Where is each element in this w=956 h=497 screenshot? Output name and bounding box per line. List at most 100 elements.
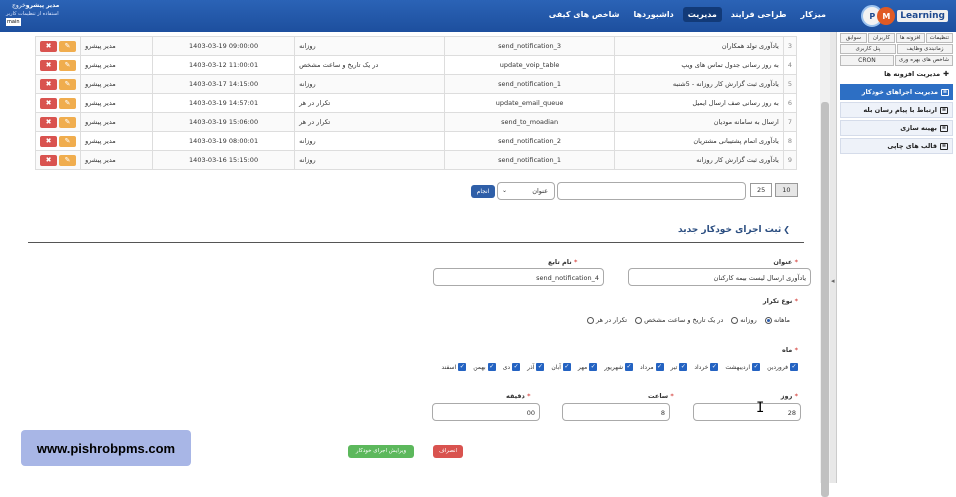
sidebar-tab-row1-0[interactable]: تنظیمات [925,33,953,43]
cancel-button[interactable]: انصراف [433,445,463,458]
edit-icon[interactable]: ✎ [59,135,77,147]
nav-item-4[interactable]: شاخص های کیفی [544,7,625,22]
checkbox-checked-icon: ✓ [679,363,688,371]
month-option-1[interactable]: ✓ اردیبهشت [725,363,761,371]
delete-icon[interactable]: ✖ [40,154,57,166]
month-checkboxes: ✓ فروردین ✓ اردیبهشت ✓ خرداد ✓ تیر ✓ مرداد ✓ شهریور… [442,363,798,371]
checkbox-checked-icon: ✓ [562,363,571,371]
sidebar-menu: ✚ مدیریت افزونه ها ≡ مدیریت اجراهای خودکار… [840,66,953,156]
month-label: مهر [577,363,588,371]
sidebar-tab-row1-3[interactable]: سوابق [840,33,867,43]
user-name[interactable]: مدیر پیشرو [26,2,60,9]
nav-item-2[interactable]: مدیریت [682,7,722,22]
row-type: تکرار در هر [294,112,446,132]
page-size-10[interactable]: 10 [775,183,798,197]
title-input[interactable]: یادآوری ارسال لیست بیمه کارکنان [628,268,811,286]
sidebar-tab-row2-1[interactable]: پنل کاربری [840,44,896,54]
month-option-4[interactable]: ✓ مرداد [640,363,664,371]
edit-icon[interactable]: ✎ [59,116,77,128]
month-label: خرداد [694,363,709,371]
row-actions: ✖ ✎ [34,74,82,94]
hour-input[interactable]: 8 [562,403,670,421]
sidebar-tab-row2-0[interactable]: زمانبندی وظایف [897,44,953,54]
nav-item-1[interactable]: طراحی فرایند [726,7,792,22]
edit-icon[interactable]: ✎ [59,40,77,52]
delete-icon[interactable]: ✖ [40,40,57,52]
row-number: 4 [782,55,798,75]
month-option-2[interactable]: ✓ خرداد [694,363,719,371]
checkbox-checked-icon: ✓ [790,363,798,371]
nav-item-3[interactable]: داشبوردها [628,7,678,22]
checkbox-checked-icon: ✓ [752,363,761,371]
month-option-3[interactable]: ✓ تیر [671,363,688,371]
month-label: اردیبهشت [725,363,751,371]
delete-icon[interactable]: ✖ [40,135,57,147]
row-user: مدیر پیشرو [80,93,154,113]
page-size-25[interactable]: 25 [750,183,773,197]
repeat-option-0[interactable]: تکرار در هر [586,316,627,324]
sidebar-item-0[interactable]: ≡ مدیریت اجراهای خودکار [840,84,953,100]
edit-icon[interactable]: ✎ [59,97,77,109]
row-title: یادآوری ثبت گزارش کار روزانه [614,150,784,170]
sidebar-tab-row3-1[interactable]: CRON [840,55,894,66]
sidebar-item-2[interactable]: ≡ بهینه سازی [840,120,953,136]
edit-icon[interactable]: ✎ [59,78,77,90]
apply-button[interactable]: انجام [471,185,495,198]
repeat-option-2[interactable]: روزانه [731,316,757,324]
month-option-10[interactable]: ✓ بهمن [473,363,496,371]
month-option-9[interactable]: ✓ دی [503,363,521,371]
delete-icon[interactable]: ✖ [40,116,57,128]
delete-icon[interactable]: ✖ [40,97,57,109]
month-option-7[interactable]: ✓ آبان [551,363,571,371]
search-field-select[interactable]: ⌄ عنوان [497,182,555,200]
sidebar-menu-title[interactable]: ✚ مدیریت افزونه ها [840,66,953,82]
list-icon: ≡ [940,124,948,132]
search-input[interactable] [557,182,746,200]
row-title: ارسال به سامانه مودیان [614,112,784,132]
title-label: * عنوان [773,258,798,266]
table-row: ✖ ✎ مدیر پیشرو 1403-03-12 11:00:01 در یک تا… [34,55,798,75]
function-input[interactable]: send_notification_4 [433,268,604,286]
row-title: به روز رسانی صف ارسال ایمیل [614,93,784,113]
user-info: مدیر پیشروخروج استفاده از تنظیمات کاربر … [6,2,59,26]
delete-icon[interactable]: ✖ [40,59,57,71]
sidebar-item-3[interactable]: ≡ قالب های چاپی [840,138,953,154]
edit-icon[interactable]: ✎ [59,154,77,166]
sidebar-tab-row1-1[interactable]: افزونه ها [895,33,925,43]
section-title[interactable]: ❯ثبت اجرای خودکار جدید [678,225,790,235]
scrollbar[interactable] [820,32,830,497]
row-type: روزانه [294,150,446,170]
month-option-11[interactable]: ✓ اسفند [442,363,467,371]
day-input[interactable]: 28 [693,403,801,421]
edit-icon[interactable]: ✎ [59,59,77,71]
minute-label: * دقیقه [506,392,531,400]
nav-item-0[interactable]: میزکار [796,7,831,22]
user-subtitle: استفاده از تنظیمات کاربر [6,11,59,17]
sidebar-tab-row1-2[interactable]: کاربران [867,33,895,43]
repeat-option-1[interactable]: در یک تاریخ و ساعت مشخص [635,316,723,324]
month-option-8[interactable]: ✓ آذر [527,363,545,371]
delete-icon[interactable]: ✖ [40,78,57,90]
row-title: یادآوری ثبت گزارش کار روزانه - 5شنبه [614,74,784,94]
month-label: اسفند [441,363,457,371]
row-date: 1403-03-19 15:06:00 [152,112,296,132]
main-content: ✖ ✎ مدیر پیشرو 1403-03-19 09:00:00 روزانه se… [0,32,820,483]
minute-input[interactable]: 00 [432,403,540,421]
logout-link[interactable]: خروج [12,2,26,9]
sidebar-tab-row3-0[interactable]: شاخص های بهره وری [894,55,953,66]
checkbox-checked-icon: ✓ [625,363,633,371]
sidebar-item-1[interactable]: ≡ ارتباط با پیام رسان بله [840,102,953,118]
month-option-5[interactable]: ✓ شهریور [604,363,633,371]
month-label: * ماه [782,346,798,354]
row-actions: ✖ ✎ [34,131,82,151]
row-type: روزانه [294,74,446,94]
row-function: send_notification_2 [444,131,616,151]
repeat-option-3[interactable]: ماهانه [764,316,790,324]
automations-table: ✖ ✎ مدیر پیشرو 1403-03-19 09:00:00 روزانه se… [34,36,798,170]
save-button[interactable]: ویرایش اجرای خودکار [348,445,414,458]
month-option-0[interactable]: ✓ فروردین [767,363,798,371]
month-option-6[interactable]: ✓ مهر [577,363,598,371]
scrollbar-thumb[interactable] [821,102,829,497]
brand-logo[interactable]: P M Learning [861,5,948,27]
list-icon: ≡ [940,142,948,150]
